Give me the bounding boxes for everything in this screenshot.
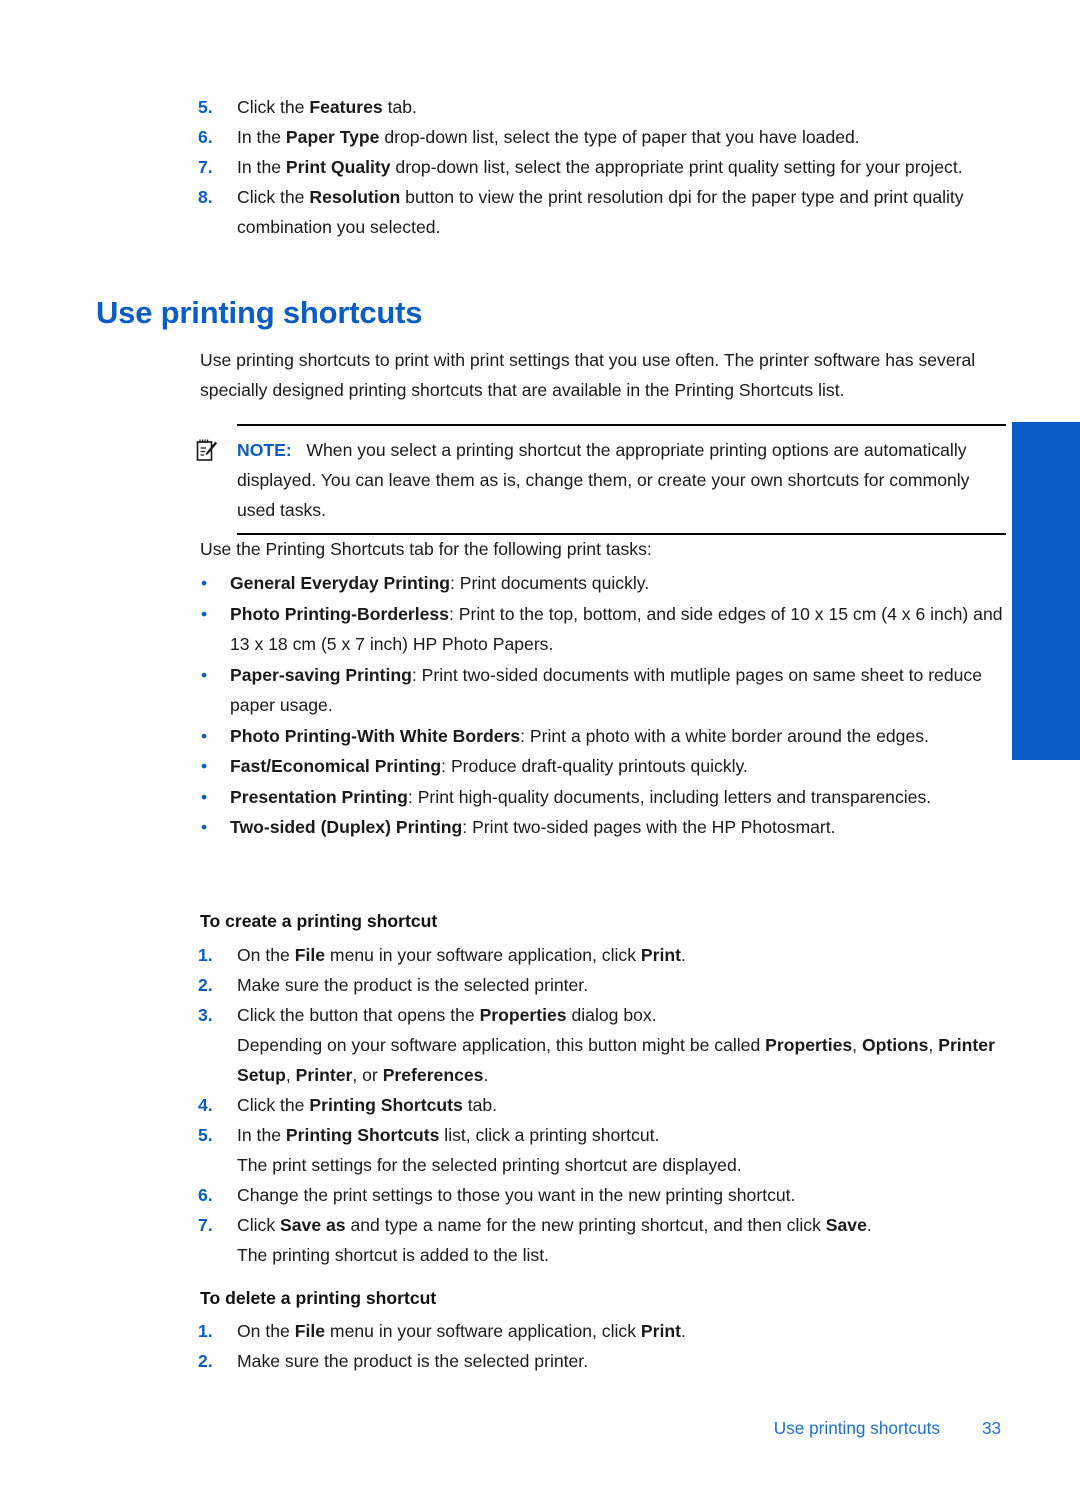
delete-step-text: On the File menu in your software applic… [237,1321,686,1341]
delete-step-item: 2. Make sure the product is the selected … [196,1346,1008,1376]
delete-shortcut-steps: 1. On the File menu in your software appl… [196,1316,1008,1376]
intro-paragraph: Use printing shortcuts to print with pri… [200,350,976,400]
side-tab-label: Print [1037,974,1054,1012]
create-step-marker: 6. [198,1185,213,1205]
delete-step-text: Make sure the product is the selected pr… [237,1351,589,1371]
create-step-marker: 5. [198,1125,213,1145]
notepad-pencil-icon [196,435,237,467]
create-step-item: 2. Make sure the product is the selected … [196,970,1008,1000]
task-bullet-text: Paper-saving Printing: Print two-sided d… [230,664,982,716]
create-step-marker: 7. [198,1215,213,1235]
task-bullet-item: • Photo Printing-Borderless: Print to the… [196,599,1008,660]
create-step-marker: 1. [198,945,213,965]
section-side-tab: Print [1012,422,1080,1012]
bullet-marker-icon: • [201,725,208,746]
task-bullet-text: Photo Printing-With White Borders: Print… [230,725,929,746]
bullet-marker-icon: • [201,817,208,837]
create-step-item: 3. Click the button that opens the Proper… [196,1000,1008,1090]
top-step-marker: 5. [198,97,213,117]
create-step-text: Click the button that opens the Properti… [237,1005,995,1085]
top-step-marker: 8. [198,187,213,207]
footer-section-title: Use printing shortcuts [773,1418,940,1438]
top-step-item: 6. In the Paper Type drop-down list, sele… [196,122,1008,152]
task-bullet-item: • Photo Printing-With White Borders: Prin… [196,721,1008,752]
note-text: NOTE: When you select a printing shortcu… [237,435,1006,525]
tasks-lead-in: Use the Printing Shortcuts tab for the f… [200,539,652,559]
bullet-marker-icon: • [201,664,208,685]
task-bullet-text: Two-sided (Duplex) Printing: Print two-s… [230,817,836,837]
delete-step-marker: 2. [198,1351,213,1371]
create-step-text: Click Save as and type a name for the ne… [237,1215,872,1265]
delete-step-marker: 1. [198,1321,213,1341]
create-step-item: 7. Click Save as and type a name for the … [196,1210,1008,1270]
printing-tasks-bullet-list: • General Everyday Printing: Print docume… [196,568,1008,843]
create-step-marker: 2. [198,975,213,995]
top-step-text: In the Print Quality drop-down list, sel… [237,157,963,177]
document-page: 5. Click the Features tab. 6. In the Paper … [0,0,1080,1495]
delete-step-item: 1. On the File menu in your software appl… [196,1316,1008,1346]
task-bullet-text: Fast/Economical Printing: Produce draft-… [230,756,748,776]
top-step-text: Click the Features tab. [237,97,417,117]
note-callout: NOTE: When you select a printing shortcu… [196,424,1006,535]
create-step-marker: 3. [198,1005,213,1025]
bullet-marker-icon: • [201,603,208,624]
create-step-text: In the Printing Shortcuts list, click a … [237,1125,742,1175]
create-step-item: 6. Change the print settings to those you… [196,1180,1008,1210]
note-label: NOTE: [237,440,302,460]
task-bullet-item: • Paper-saving Printing: Print two-sided … [196,660,1008,721]
create-shortcut-steps: 1. On the File menu in your software appl… [196,940,1008,1270]
top-step-marker: 7. [198,157,213,177]
task-bullet-text: General Everyday Printing: Print documen… [230,573,650,593]
task-bullet-item: • Fast/Economical Printing: Produce draft… [196,751,1008,782]
task-bullet-item: • General Everyday Printing: Print docume… [196,568,1008,599]
bullet-marker-icon: • [201,756,208,776]
create-step-text: Make sure the product is the selected pr… [237,975,589,995]
create-step-item: 5. In the Printing Shortcuts list, click … [196,1120,1008,1180]
task-bullet-text: Photo Printing-Borderless: Print to the … [230,603,1003,655]
create-step-text: Change the print settings to those you w… [237,1185,796,1205]
note-body: When you select a printing shortcut the … [237,440,970,520]
top-step-marker: 6. [198,127,213,147]
create-step-text: Click the Printing Shortcuts tab. [237,1095,498,1115]
footer-page-number: 33 [982,1418,1002,1438]
create-step-text: On the File menu in your software applic… [237,945,686,965]
top-step-text: In the Paper Type drop-down list, select… [237,127,860,147]
top-step-item: 8. Click the Resolution button to view th… [196,182,1008,242]
top-step-item: 7. In the Print Quality drop-down list, s… [196,152,1008,182]
create-shortcut-heading: To create a printing shortcut [200,911,438,931]
task-bullet-item: • Two-sided (Duplex) Printing: Print two-… [196,812,1008,843]
page-footer: Use printing shortcuts 33 [0,1418,1008,1439]
create-step-item: 1. On the File menu in your software appl… [196,940,1008,970]
task-bullet-item: • Presentation Printing: Print high-quali… [196,782,1008,813]
bullet-marker-icon: • [201,786,208,807]
delete-shortcut-heading: To delete a printing shortcut [200,1288,437,1308]
task-bullet-text: Presentation Printing: Print high-qualit… [230,786,932,807]
top-step-item: 5. Click the Features tab. [196,92,1008,122]
page-title: Use printing shortcuts [96,295,423,330]
top-step-text: Click the Resolution button to view the … [237,187,964,237]
create-step-marker: 4. [198,1095,213,1115]
bullet-marker-icon: • [201,573,208,593]
top-steps-list: 5. Click the Features tab. 6. In the Paper … [196,92,1008,242]
create-step-item: 4. Click the Printing Shortcuts tab. [196,1090,1008,1120]
